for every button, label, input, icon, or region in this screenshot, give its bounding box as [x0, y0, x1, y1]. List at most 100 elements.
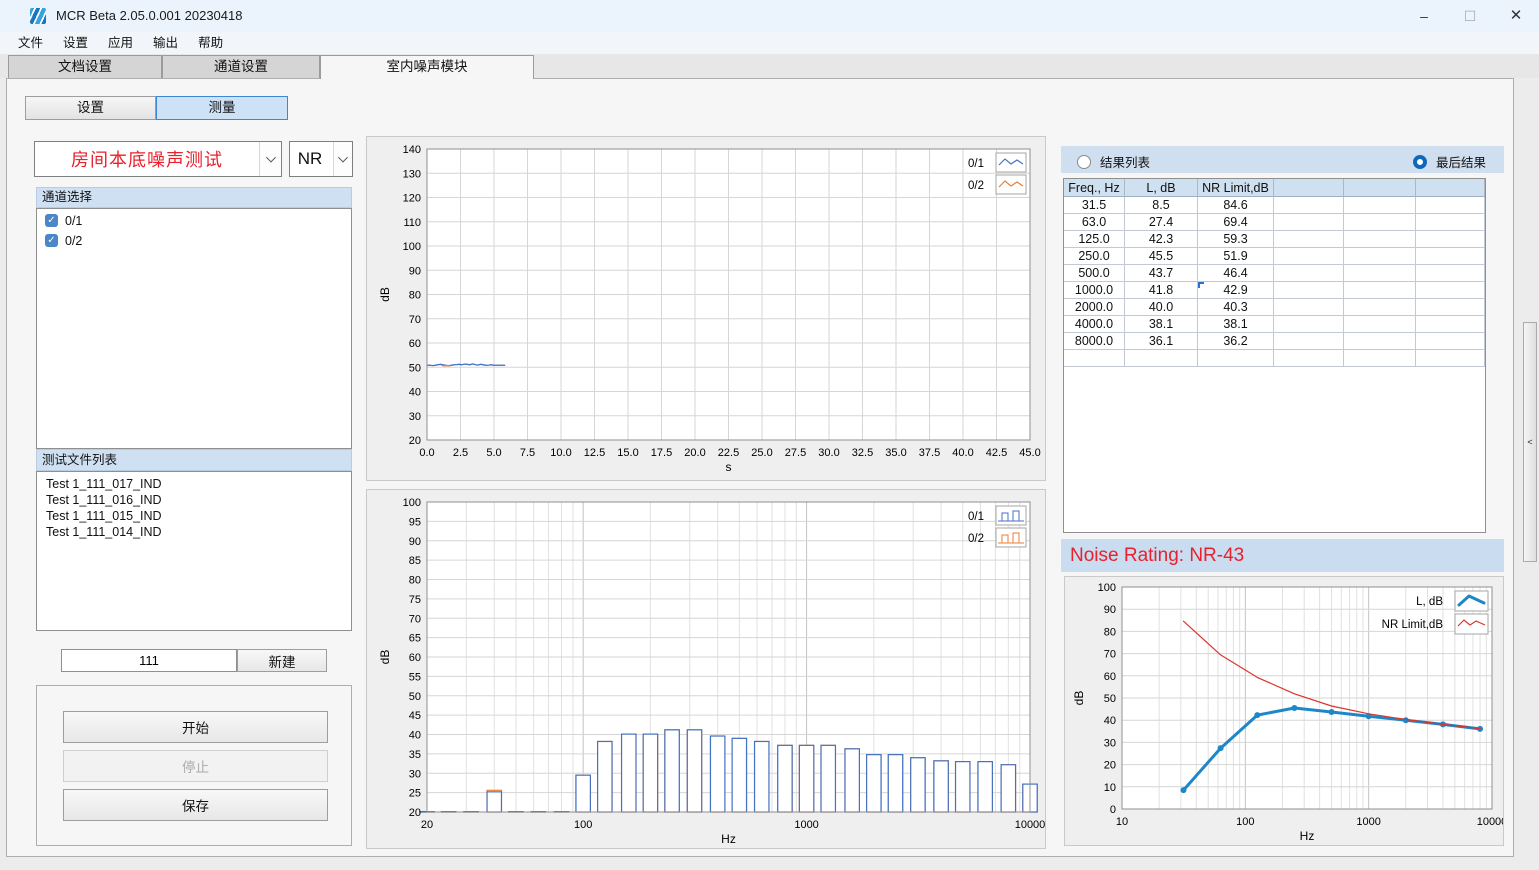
table-cell[interactable]: 59.3: [1198, 231, 1274, 248]
file-item-3[interactable]: Test 1_111_014_IND: [37, 525, 351, 540]
table-cell[interactable]: 38.1: [1198, 316, 1274, 333]
save-button[interactable]: 保存: [63, 789, 328, 821]
table-cell[interactable]: 38.1: [1125, 316, 1198, 333]
menu-item-3[interactable]: 输出: [143, 32, 188, 54]
table-cell[interactable]: [1274, 197, 1344, 214]
file-name-input[interactable]: [61, 649, 237, 672]
table-cell[interactable]: 250.0: [1064, 248, 1125, 265]
table-cell[interactable]: [1416, 231, 1485, 248]
table-cell[interactable]: 36.1: [1125, 333, 1198, 350]
table-cell[interactable]: [1416, 265, 1485, 282]
table-cell[interactable]: [1344, 299, 1416, 316]
results-list-radio[interactable]: [1077, 155, 1091, 169]
table-cell[interactable]: 27.4: [1125, 214, 1198, 231]
table-cell[interactable]: 31.5: [1064, 197, 1125, 214]
test-type-combo[interactable]: 房间本底噪声测试: [34, 141, 282, 177]
checkbox-icon[interactable]: ✓: [45, 234, 58, 247]
table-header-cell[interactable]: [1344, 179, 1416, 197]
panel-splitter[interactable]: <: [1523, 322, 1537, 562]
table-cell[interactable]: [1344, 197, 1416, 214]
new-button[interactable]: 新建: [237, 649, 327, 672]
tab-settings[interactable]: 设置: [25, 96, 156, 120]
table-cell[interactable]: 46.4: [1198, 265, 1274, 282]
table-cell[interactable]: [1274, 282, 1344, 299]
table-cell[interactable]: 45.5: [1125, 248, 1198, 265]
table-cell[interactable]: [1198, 350, 1274, 367]
channel-item-0/2[interactable]: ✓0/2: [45, 232, 351, 249]
menu-item-0[interactable]: 文件: [8, 32, 53, 54]
table-header-cell[interactable]: Freq., Hz: [1064, 179, 1125, 197]
table-cell[interactable]: 8000.0: [1064, 333, 1125, 350]
maximize-button[interactable]: ☐: [1447, 0, 1493, 32]
table-cell[interactable]: [1344, 350, 1416, 367]
table-cell[interactable]: [1274, 231, 1344, 248]
table-cell[interactable]: [1064, 350, 1125, 367]
tab-2[interactable]: 室内噪声模块: [320, 55, 534, 79]
channel-item-0/1[interactable]: ✓0/1: [45, 212, 351, 229]
table-cell[interactable]: 1000.0: [1064, 282, 1125, 299]
checkbox-icon[interactable]: ✓: [45, 214, 58, 227]
table-cell[interactable]: [1274, 299, 1344, 316]
table-cell[interactable]: [1274, 248, 1344, 265]
table-cell[interactable]: [1274, 214, 1344, 231]
table-cell[interactable]: 8.5: [1125, 197, 1198, 214]
table-cell[interactable]: [1344, 231, 1416, 248]
table-cell[interactable]: 42.9: [1198, 282, 1274, 299]
table-cell[interactable]: [1344, 248, 1416, 265]
table-cell[interactable]: [1344, 214, 1416, 231]
table-header-cell[interactable]: [1416, 179, 1485, 197]
tab-measure[interactable]: 测量: [156, 96, 288, 120]
table-cell[interactable]: [1416, 197, 1485, 214]
table-header-cell[interactable]: [1274, 179, 1344, 197]
table-cell[interactable]: [1344, 282, 1416, 299]
test-file-list[interactable]: Test 1_111_017_INDTest 1_111_016_INDTest…: [36, 471, 352, 631]
menu-item-2[interactable]: 应用: [98, 32, 143, 54]
tab-1[interactable]: 通道设置: [162, 55, 320, 78]
menu-item-1[interactable]: 设置: [53, 32, 98, 54]
table-cell[interactable]: [1125, 350, 1198, 367]
table-cell[interactable]: 4000.0: [1064, 316, 1125, 333]
menu-item-4[interactable]: 帮助: [188, 32, 233, 54]
table-cell[interactable]: 41.8: [1125, 282, 1198, 299]
start-button[interactable]: 开始: [63, 711, 328, 743]
table-cell[interactable]: [1416, 282, 1485, 299]
table-cell[interactable]: 36.2: [1198, 333, 1274, 350]
table-cell[interactable]: [1416, 299, 1485, 316]
channel-list[interactable]: ✓0/1 ✓0/2: [36, 208, 352, 449]
table-cell[interactable]: [1416, 214, 1485, 231]
table-header-cell[interactable]: NR Limit,dB: [1198, 179, 1274, 197]
table-cell[interactable]: [1416, 316, 1485, 333]
minimize-button[interactable]: –: [1401, 0, 1447, 32]
table-cell[interactable]: 43.7: [1125, 265, 1198, 282]
file-item-0[interactable]: Test 1_111_017_IND: [37, 477, 351, 492]
file-item-1[interactable]: Test 1_111_016_IND: [37, 493, 351, 508]
table-cell[interactable]: 69.4: [1198, 214, 1274, 231]
table-cell[interactable]: 40.0: [1125, 299, 1198, 316]
table-cell[interactable]: [1344, 333, 1416, 350]
tab-0[interactable]: 文档设置: [8, 55, 162, 78]
rating-dropdown-button[interactable]: [333, 142, 352, 176]
file-item-2[interactable]: Test 1_111_015_IND: [37, 509, 351, 524]
table-cell[interactable]: [1344, 265, 1416, 282]
table-cell[interactable]: 63.0: [1064, 214, 1125, 231]
table-cell[interactable]: 42.3: [1125, 231, 1198, 248]
table-cell[interactable]: [1416, 333, 1485, 350]
table-cell[interactable]: 125.0: [1064, 231, 1125, 248]
table-cell[interactable]: 51.9: [1198, 248, 1274, 265]
table-cell[interactable]: [1416, 248, 1485, 265]
table-cell[interactable]: [1344, 316, 1416, 333]
table-cell[interactable]: 40.3: [1198, 299, 1274, 316]
table-cell[interactable]: [1274, 265, 1344, 282]
table-cell[interactable]: [1274, 316, 1344, 333]
last-result-radio[interactable]: [1413, 155, 1427, 169]
rating-combo[interactable]: NR: [289, 141, 353, 177]
table-cell[interactable]: [1274, 350, 1344, 367]
close-button[interactable]: ✕: [1493, 0, 1539, 32]
table-cell[interactable]: 500.0: [1064, 265, 1125, 282]
table-header-cell[interactable]: L, dB: [1125, 179, 1198, 197]
results-table[interactable]: Freq., HzL, dBNR Limit,dB 31.58.584.6 63.0…: [1063, 178, 1486, 533]
table-cell[interactable]: 2000.0: [1064, 299, 1125, 316]
test-type-dropdown-button[interactable]: [259, 142, 281, 176]
table-cell[interactable]: 84.6: [1198, 197, 1274, 214]
table-cell[interactable]: [1274, 333, 1344, 350]
